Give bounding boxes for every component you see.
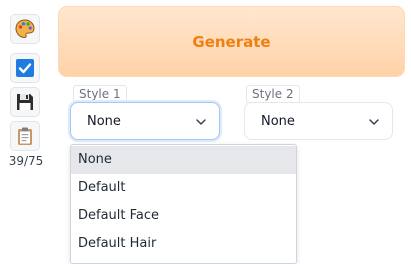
style1-value: None [87,113,121,129]
generate-button[interactable]: Generate [58,6,405,77]
dropdown-option-none[interactable]: None [71,146,296,174]
palette-icon [14,18,36,40]
dropdown-option-default[interactable]: Default [71,174,296,202]
checkbox-icon [14,57,36,79]
save-icon [14,91,36,113]
style2-value: None [261,113,295,129]
clipboard-icon [14,125,36,147]
dropdown-option-default-face[interactable]: Default Face [71,202,296,230]
generate-label: Generate [192,32,271,51]
chevron-down-icon [368,116,380,132]
style1-select[interactable]: None [70,102,220,140]
checkbox-button[interactable] [10,53,40,83]
chevron-down-icon [195,116,207,132]
save-button[interactable] [10,87,40,117]
style1-dropdown-list: None Default Default Face Default Hair [70,144,297,264]
palette-button[interactable] [10,14,40,44]
prompt-counter: 39/75 [8,154,44,168]
dropdown-option-default-hair[interactable]: Default Hair [71,230,296,258]
clipboard-button[interactable] [10,121,40,151]
style2-select[interactable]: None [244,102,393,140]
